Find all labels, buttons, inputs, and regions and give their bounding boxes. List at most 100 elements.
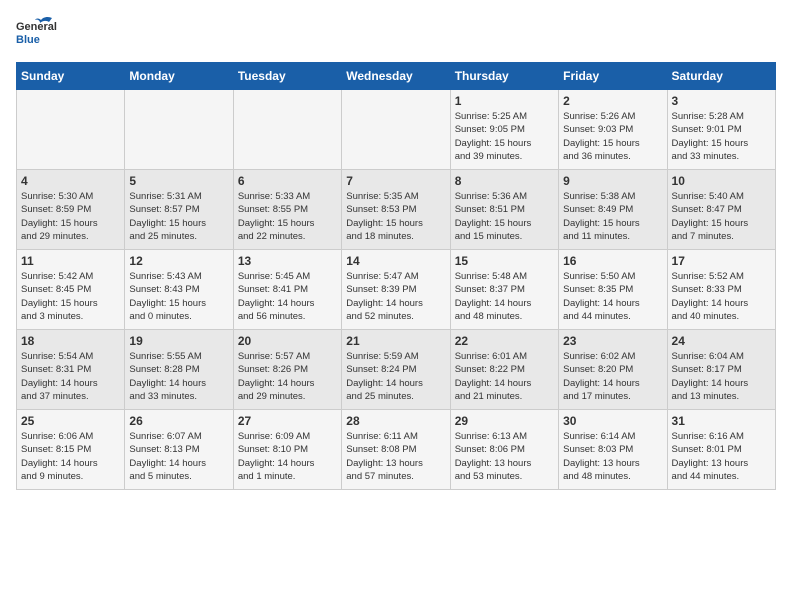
day-info: Sunrise: 5:48 AM Sunset: 8:37 PM Dayligh… [455, 270, 554, 323]
day-number: 2 [563, 94, 662, 108]
calendar-cell: 30 Sunrise: 6:14 AM Sunset: 8:03 PM Dayli… [559, 410, 667, 490]
logo-icon: General Blue [16, 16, 64, 54]
header-wednesday: Wednesday [342, 63, 450, 90]
calendar-cell [17, 90, 125, 170]
day-number: 9 [563, 174, 662, 188]
day-number: 15 [455, 254, 554, 268]
calendar-cell: 12 Sunrise: 5:43 AM Sunset: 8:43 PM Dayli… [125, 250, 233, 330]
header-friday: Friday [559, 63, 667, 90]
day-number: 8 [455, 174, 554, 188]
day-number: 6 [238, 174, 337, 188]
day-number: 19 [129, 334, 228, 348]
day-info: Sunrise: 5:45 AM Sunset: 8:41 PM Dayligh… [238, 270, 337, 323]
calendar-week-5: 25 Sunrise: 6:06 AM Sunset: 8:15 PM Dayli… [17, 410, 776, 490]
header-thursday: Thursday [450, 63, 558, 90]
day-number: 20 [238, 334, 337, 348]
calendar-cell: 15 Sunrise: 5:48 AM Sunset: 8:37 PM Dayli… [450, 250, 558, 330]
calendar-cell: 6 Sunrise: 5:33 AM Sunset: 8:55 PM Daylig… [233, 170, 341, 250]
day-info: Sunrise: 6:02 AM Sunset: 8:20 PM Dayligh… [563, 350, 662, 403]
calendar-cell: 19 Sunrise: 5:55 AM Sunset: 8:28 PM Dayli… [125, 330, 233, 410]
header-tuesday: Tuesday [233, 63, 341, 90]
day-info: Sunrise: 5:31 AM Sunset: 8:57 PM Dayligh… [129, 190, 228, 243]
calendar-cell [342, 90, 450, 170]
day-number: 25 [21, 414, 120, 428]
day-number: 30 [563, 414, 662, 428]
calendar-cell: 10Sunrise: 5:40 AM Sunset: 8:47 PM Dayli… [667, 170, 775, 250]
day-number: 22 [455, 334, 554, 348]
day-info: Sunrise: 6:07 AM Sunset: 8:13 PM Dayligh… [129, 430, 228, 483]
day-info: Sunrise: 5:47 AM Sunset: 8:39 PM Dayligh… [346, 270, 445, 323]
day-number: 12 [129, 254, 228, 268]
logo: General Blue [16, 16, 64, 54]
calendar-cell: 29 Sunrise: 6:13 AM Sunset: 8:06 PM Dayli… [450, 410, 558, 490]
calendar-cell: 17Sunrise: 5:52 AM Sunset: 8:33 PM Dayli… [667, 250, 775, 330]
day-info: Sunrise: 5:33 AM Sunset: 8:55 PM Dayligh… [238, 190, 337, 243]
day-info: Sunrise: 5:38 AM Sunset: 8:49 PM Dayligh… [563, 190, 662, 243]
calendar-cell: 21Sunrise: 5:59 AM Sunset: 8:24 PM Dayli… [342, 330, 450, 410]
header-sunday: Sunday [17, 63, 125, 90]
day-number: 31 [672, 414, 771, 428]
calendar-cell: 23 Sunrise: 6:02 AM Sunset: 8:20 PM Dayli… [559, 330, 667, 410]
day-info: Sunrise: 5:40 AM Sunset: 8:47 PM Dayligh… [672, 190, 771, 243]
day-number: 11 [21, 254, 120, 268]
day-info: Sunrise: 5:25 AM Sunset: 9:05 PM Dayligh… [455, 110, 554, 163]
day-info: Sunrise: 5:57 AM Sunset: 8:26 PM Dayligh… [238, 350, 337, 403]
day-number: 16 [563, 254, 662, 268]
header-monday: Monday [125, 63, 233, 90]
day-info: Sunrise: 6:14 AM Sunset: 8:03 PM Dayligh… [563, 430, 662, 483]
page-header: General Blue [16, 16, 776, 54]
calendar-cell: 16 Sunrise: 5:50 AM Sunset: 8:35 PM Dayli… [559, 250, 667, 330]
day-number: 27 [238, 414, 337, 428]
day-info: Sunrise: 5:36 AM Sunset: 8:51 PM Dayligh… [455, 190, 554, 243]
day-number: 24 [672, 334, 771, 348]
day-number: 4 [21, 174, 120, 188]
day-info: Sunrise: 5:50 AM Sunset: 8:35 PM Dayligh… [563, 270, 662, 323]
day-info: Sunrise: 5:43 AM Sunset: 8:43 PM Dayligh… [129, 270, 228, 323]
calendar-cell [125, 90, 233, 170]
calendar-cell: 27 Sunrise: 6:09 AM Sunset: 8:10 PM Dayli… [233, 410, 341, 490]
calendar-table: SundayMondayTuesdayWednesdayThursdayFrid… [16, 62, 776, 490]
day-info: Sunrise: 6:04 AM Sunset: 8:17 PM Dayligh… [672, 350, 771, 403]
day-number: 23 [563, 334, 662, 348]
day-info: Sunrise: 5:59 AM Sunset: 8:24 PM Dayligh… [346, 350, 445, 403]
day-number: 17 [672, 254, 771, 268]
day-info: Sunrise: 6:13 AM Sunset: 8:06 PM Dayligh… [455, 430, 554, 483]
day-number: 1 [455, 94, 554, 108]
day-number: 3 [672, 94, 771, 108]
svg-text:General: General [16, 21, 57, 33]
logo: General Blue [16, 16, 64, 54]
calendar-cell: 31 Sunrise: 6:16 AM Sunset: 8:01 PM Dayli… [667, 410, 775, 490]
calendar-cell: 9 Sunrise: 5:38 AM Sunset: 8:49 PM Daylig… [559, 170, 667, 250]
calendar-cell: 8 Sunrise: 5:36 AM Sunset: 8:51 PM Daylig… [450, 170, 558, 250]
calendar-cell: 22 Sunrise: 6:01 AM Sunset: 8:22 PM Dayli… [450, 330, 558, 410]
day-info: Sunrise: 6:01 AM Sunset: 8:22 PM Dayligh… [455, 350, 554, 403]
calendar-week-2: 4 Sunrise: 5:30 AM Sunset: 8:59 PM Daylig… [17, 170, 776, 250]
day-number: 28 [346, 414, 445, 428]
day-info: Sunrise: 5:54 AM Sunset: 8:31 PM Dayligh… [21, 350, 120, 403]
calendar-cell: 24 Sunrise: 6:04 AM Sunset: 8:17 PM Dayli… [667, 330, 775, 410]
calendar-cell: 28Sunrise: 6:11 AM Sunset: 8:08 PM Dayli… [342, 410, 450, 490]
calendar-cell: 20 Sunrise: 5:57 AM Sunset: 8:26 PM Dayli… [233, 330, 341, 410]
day-info: Sunrise: 5:55 AM Sunset: 8:28 PM Dayligh… [129, 350, 228, 403]
calendar-week-3: 11Sunrise: 5:42 AM Sunset: 8:45 PM Dayli… [17, 250, 776, 330]
calendar-week-4: 18Sunrise: 5:54 AM Sunset: 8:31 PM Dayli… [17, 330, 776, 410]
calendar-cell: 18Sunrise: 5:54 AM Sunset: 8:31 PM Dayli… [17, 330, 125, 410]
calendar-cell: 5 Sunrise: 5:31 AM Sunset: 8:57 PM Daylig… [125, 170, 233, 250]
day-number: 14 [346, 254, 445, 268]
svg-text:Blue: Blue [16, 34, 40, 46]
calendar-cell: 4 Sunrise: 5:30 AM Sunset: 8:59 PM Daylig… [17, 170, 125, 250]
day-info: Sunrise: 5:35 AM Sunset: 8:53 PM Dayligh… [346, 190, 445, 243]
day-number: 29 [455, 414, 554, 428]
calendar-cell [233, 90, 341, 170]
day-info: Sunrise: 6:16 AM Sunset: 8:01 PM Dayligh… [672, 430, 771, 483]
calendar-week-1: 1 Sunrise: 5:25 AM Sunset: 9:05 PM Daylig… [17, 90, 776, 170]
calendar-cell: 3Sunrise: 5:28 AM Sunset: 9:01 PM Daylig… [667, 90, 775, 170]
day-info: Sunrise: 5:30 AM Sunset: 8:59 PM Dayligh… [21, 190, 120, 243]
day-info: Sunrise: 6:06 AM Sunset: 8:15 PM Dayligh… [21, 430, 120, 483]
day-info: Sunrise: 6:09 AM Sunset: 8:10 PM Dayligh… [238, 430, 337, 483]
calendar-cell: 1 Sunrise: 5:25 AM Sunset: 9:05 PM Daylig… [450, 90, 558, 170]
day-info: Sunrise: 5:26 AM Sunset: 9:03 PM Dayligh… [563, 110, 662, 163]
calendar-cell: 25 Sunrise: 6:06 AM Sunset: 8:15 PM Dayli… [17, 410, 125, 490]
day-number: 5 [129, 174, 228, 188]
calendar-cell: 11Sunrise: 5:42 AM Sunset: 8:45 PM Dayli… [17, 250, 125, 330]
